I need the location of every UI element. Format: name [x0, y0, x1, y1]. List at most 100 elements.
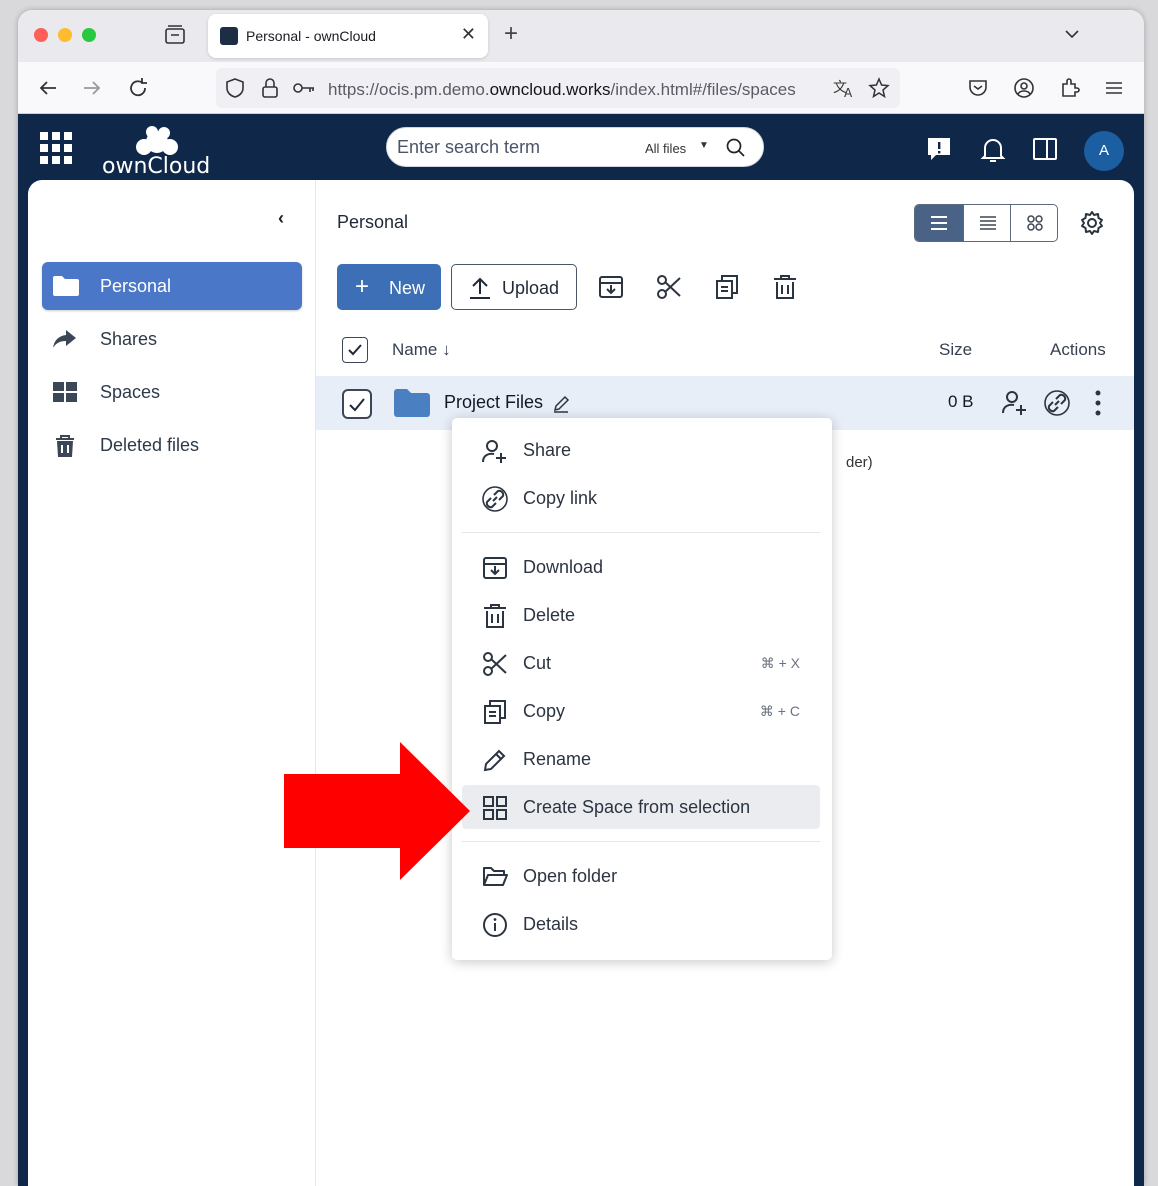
column-header-name[interactable]: Name ↓ [392, 340, 451, 360]
svg-text:A: A [844, 86, 853, 99]
footer-summary-text: der) [846, 454, 873, 471]
upload-icon [470, 277, 490, 299]
file-size: 0 B [948, 392, 974, 411]
context-menu-create-space[interactable]: Create Space from selection [462, 785, 820, 829]
upload-button-label: Upload [502, 278, 560, 298]
new-button[interactable]: + New [337, 264, 441, 310]
url-text[interactable]: https://ocis.pm.demo.owncloud.works/inde… [328, 80, 824, 100]
reload-icon[interactable] [126, 76, 150, 100]
plus-icon: + [355, 273, 370, 300]
extensions-icon[interactable] [1058, 76, 1082, 100]
search-box[interactable]: All files ▼ [386, 127, 764, 167]
download-icon[interactable] [598, 274, 624, 300]
svg-text:ownCloud: ownCloud [102, 154, 210, 178]
folder-open-icon [483, 867, 508, 886]
browser-tab[interactable]: Personal - ownCloud ✕ [208, 14, 488, 58]
spaces-grid-icon [53, 382, 77, 402]
context-menu-delete[interactable]: Delete [462, 593, 820, 637]
minimize-window-button[interactable] [58, 28, 72, 42]
feedback-icon[interactable] [926, 136, 952, 162]
account-icon[interactable] [1012, 76, 1036, 100]
sidebar-toggle-icon[interactable] [1032, 136, 1058, 162]
context-menu-cut[interactable]: Cut ⌘ + X [462, 641, 820, 685]
upload-button[interactable]: Upload [451, 264, 577, 310]
bookmark-star-icon[interactable] [868, 77, 890, 99]
search-scope-select[interactable]: All files [645, 141, 686, 156]
context-menu-download[interactable]: Download [462, 545, 820, 589]
copy-icon[interactable] [714, 274, 740, 300]
sidebar-item-personal[interactable]: Personal [42, 262, 302, 310]
new-tab-button[interactable]: + [504, 20, 518, 48]
context-menu-share[interactable]: Share [462, 428, 820, 472]
lock-icon[interactable] [260, 77, 280, 99]
user-avatar[interactable]: A [1084, 131, 1124, 171]
collapse-sidebar-icon[interactable]: ‹ [278, 208, 284, 229]
share-user-icon[interactable] [1002, 389, 1028, 417]
sidebar-item-label: Spaces [100, 382, 161, 402]
menu-item-label: Open folder [523, 866, 618, 886]
tab-close-icon[interactable]: ✕ [461, 24, 476, 45]
sidebar-item-deleted-files[interactable]: Deleted files [42, 421, 302, 469]
owncloud-logo[interactable]: ownCloud ownCloud [102, 122, 212, 181]
close-window-button[interactable] [34, 28, 48, 42]
view-default-button[interactable] [963, 205, 1011, 241]
key-icon[interactable] [292, 80, 316, 96]
view-condensed-button[interactable] [915, 205, 963, 241]
column-header-size[interactable]: Size [939, 340, 972, 360]
context-menu-rename[interactable]: Rename [462, 737, 820, 781]
search-input[interactable] [397, 137, 627, 158]
folder-icon [53, 276, 79, 296]
url-bar[interactable]: https://ocis.pm.demo.owncloud.works/inde… [216, 68, 900, 108]
forward-icon[interactable] [80, 76, 104, 100]
url-suffix: /index.html#/files/spaces [610, 80, 796, 99]
menu-item-label: Details [523, 914, 579, 934]
tab-overview-icon[interactable] [164, 24, 186, 46]
caret-down-icon[interactable]: ▼ [699, 140, 709, 151]
trash-icon [56, 435, 74, 457]
menu-icon[interactable] [1102, 76, 1126, 100]
new-button-label: New [389, 278, 426, 298]
notification-bell-icon[interactable] [980, 136, 1006, 164]
link-icon [482, 486, 508, 512]
sidebar-item-spaces[interactable]: Spaces [42, 368, 302, 416]
row-checkbox[interactable] [342, 389, 372, 419]
url-prefix: https://ocis.pm.demo. [328, 80, 490, 99]
menu-divider [462, 532, 820, 533]
url-domain: owncloud.works [489, 80, 611, 99]
context-menu-open-folder[interactable]: Open folder [462, 854, 820, 898]
gear-icon[interactable] [1079, 210, 1105, 236]
context-menu-details[interactable]: Details [462, 902, 820, 946]
shield-icon[interactable] [224, 77, 246, 99]
back-icon[interactable] [36, 76, 60, 100]
select-all-checkbox[interactable] [342, 337, 368, 363]
menu-item-label: Rename [523, 749, 592, 769]
tab-title: Personal - ownCloud [246, 28, 376, 44]
translate-icon[interactable]: 文A [832, 77, 856, 99]
spaces-grid-icon [483, 796, 507, 820]
chevron-down-icon[interactable] [1062, 24, 1082, 44]
folder-icon[interactable] [393, 388, 431, 418]
sidebar-item-shares[interactable]: Shares [42, 315, 302, 363]
scissors-icon[interactable] [656, 274, 682, 300]
search-icon[interactable] [725, 137, 747, 159]
delete-icon [484, 604, 506, 628]
scissors-icon [483, 652, 507, 676]
pencil-icon[interactable] [552, 395, 570, 413]
menu-item-label: Cut [523, 653, 552, 673]
menu-item-label: Share [523, 440, 572, 460]
breadcrumb[interactable]: Personal [337, 212, 408, 233]
maximize-window-button[interactable] [82, 28, 96, 42]
checkmark-icon [348, 344, 362, 356]
link-icon[interactable] [1044, 390, 1070, 416]
pocket-icon[interactable] [966, 76, 990, 100]
more-actions-icon[interactable] [1094, 390, 1102, 416]
menu-item-label: Copy [523, 701, 566, 721]
delete-icon[interactable] [772, 274, 798, 300]
context-menu-copy-link[interactable]: Copy link [462, 476, 820, 520]
tab-bar: Personal - ownCloud ✕ + [18, 10, 1144, 62]
checkmark-icon [349, 398, 365, 412]
file-name[interactable]: Project Files [444, 392, 543, 413]
view-tiles-button[interactable] [1011, 205, 1057, 241]
app-switcher-icon[interactable] [40, 132, 74, 166]
context-menu-copy[interactable]: Copy ⌘ + C [462, 689, 820, 733]
